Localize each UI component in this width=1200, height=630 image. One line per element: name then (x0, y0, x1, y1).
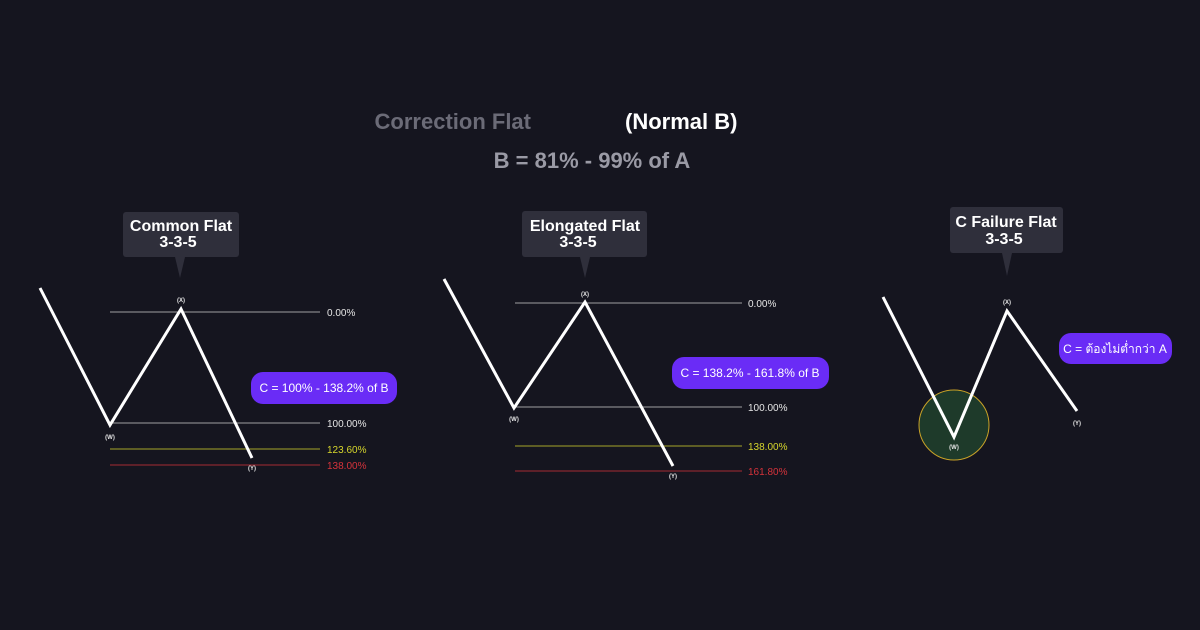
callout-subtitle: 3-3-5 (985, 231, 1022, 248)
callout-pointer (175, 257, 185, 278)
level-label-100: 100.00% (327, 419, 367, 430)
callout-title: Elongated Flat (530, 218, 641, 235)
wave-label-w: (W) (949, 445, 959, 451)
title-muted: Correction Flat (375, 109, 532, 134)
wave-label-x: (X) (581, 292, 589, 298)
level-label-0: 0.00% (327, 308, 355, 319)
note-text: C = 138.2% - 161.8% of B (680, 366, 819, 380)
callout-pointer (1002, 253, 1012, 276)
callout-subtitle: 3-3-5 (159, 234, 196, 251)
callout-elongated-flat: Elongated Flat 3-3-5 (522, 211, 647, 278)
wave-line (442, 278, 675, 467)
note-text: C = ต้องไม่ต่ำกว่า A (1063, 340, 1167, 356)
panel-c-failure-flat: C Failure Flat 3-3-5 (W) (X) (Y) C = ต้อ… (881, 207, 1172, 461)
callout-pointer (580, 257, 590, 278)
callout-c-failure-flat: C Failure Flat 3-3-5 (950, 207, 1063, 276)
level-label-0: 0.00% (748, 299, 776, 310)
level-label-138: 138.00% (748, 442, 788, 453)
wave-label-y: (Y) (248, 466, 256, 472)
callout-common-flat: Common Flat 3-3-5 (123, 212, 239, 278)
panel-common-flat: Common Flat 3-3-5 0.00% 100.00% 123.60% … (38, 212, 397, 472)
panel-elongated-flat: Elongated Flat 3-3-5 0.00% 100.00% 138.0… (442, 211, 829, 480)
wave-label-w: (W) (105, 435, 115, 441)
level-label-1236: 123.60% (327, 445, 367, 456)
note-elongated-flat: C = 138.2% - 161.8% of B (672, 357, 829, 389)
level-label-138: 138.00% (327, 461, 367, 472)
callout-subtitle: 3-3-5 (559, 234, 596, 251)
callout-title: Common Flat (130, 218, 233, 235)
wave-label-x: (X) (177, 298, 185, 304)
note-common-flat: C = 100% - 138.2% of B (251, 372, 397, 404)
title-bold: (Normal B) (625, 109, 737, 134)
subtitle: B = 81% - 99% of A (494, 148, 691, 173)
wave-label-y: (Y) (669, 474, 677, 480)
note-c-failure-flat: C = ต้องไม่ต่ำกว่า A (1059, 333, 1172, 364)
wave-label-w: (W) (509, 417, 519, 423)
wave-line (38, 287, 254, 459)
level-label-1618: 161.80% (748, 467, 788, 478)
callout-title: C Failure Flat (955, 214, 1057, 231)
wave-label-x: (X) (1003, 300, 1011, 306)
diagram-canvas: Correction Flat (Normal B) B = 81% - 99%… (38, 109, 1172, 480)
wave-label-y: (Y) (1073, 421, 1081, 427)
note-text: C = 100% - 138.2% of B (259, 381, 388, 395)
level-label-100: 100.00% (748, 403, 788, 414)
